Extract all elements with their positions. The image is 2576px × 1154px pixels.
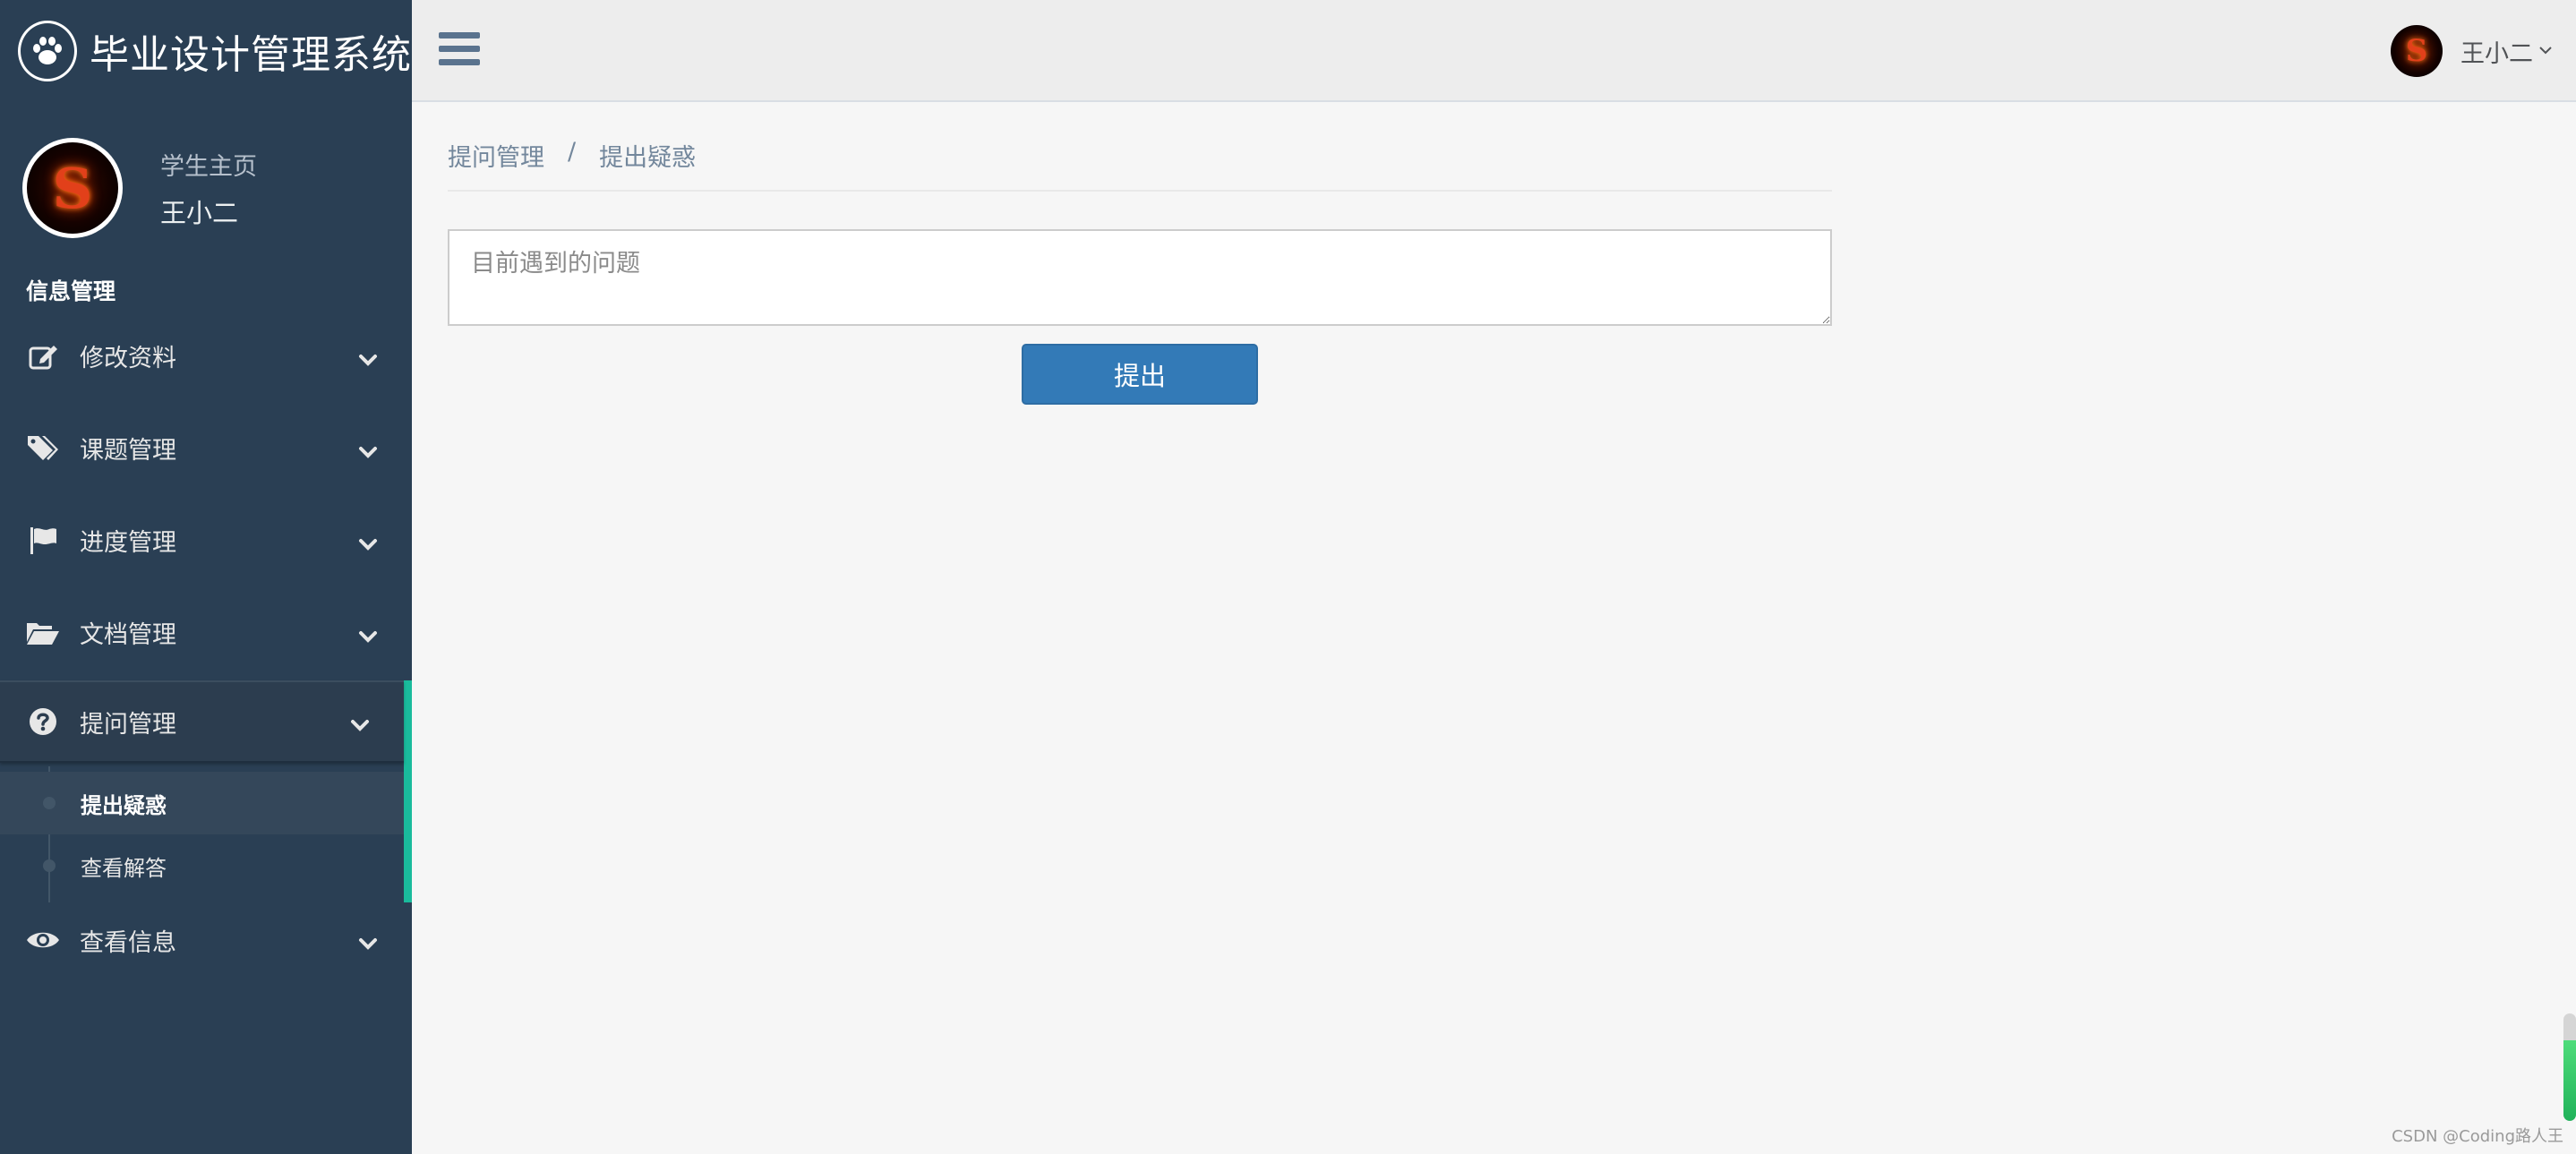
sidebar: 毕业设计管理系统 S 学生主页 王小二 信息管理 修改资料 课题管理 进度管理 … bbox=[0, 0, 412, 1154]
avatar: S bbox=[22, 138, 123, 238]
sidebar-item-edit-profile[interactable]: 修改资料 bbox=[0, 310, 412, 402]
user-name: 王小二 bbox=[2460, 39, 2533, 68]
brand[interactable]: 毕业设计管理系统 bbox=[0, 0, 412, 102]
sidebar-item-label: 查看信息 bbox=[80, 928, 176, 957]
sidebar-item-label: 提问管理 bbox=[80, 710, 176, 739]
chevron-down-icon bbox=[358, 347, 378, 375]
flag-icon bbox=[26, 524, 60, 558]
profile-panel: S 学生主页 王小二 bbox=[0, 102, 412, 274]
sidebar-item-documents[interactable]: 文档管理 bbox=[0, 586, 412, 679]
sidebar-subitem-ask-question[interactable]: 提出疑惑 bbox=[0, 772, 404, 834]
sidebar-item-label: 修改资料 bbox=[80, 345, 176, 372]
submit-button[interactable]: 提出 bbox=[1022, 344, 1258, 405]
eye-icon bbox=[26, 923, 60, 957]
sidebar-subitem-label: 提出疑惑 bbox=[81, 792, 167, 818]
scroll-progress-indicator bbox=[2563, 1013, 2576, 1121]
sidebar-item-label: 课题管理 bbox=[80, 437, 176, 465]
bullet-dot-icon bbox=[43, 859, 56, 872]
avatar-letter: S bbox=[52, 155, 93, 221]
chevron-down-icon bbox=[358, 931, 378, 959]
breadcrumb-parent[interactable]: 提问管理 bbox=[448, 138, 544, 173]
sidebar-item-label: 进度管理 bbox=[80, 529, 176, 557]
edit-icon bbox=[26, 339, 60, 373]
sidebar-item-topics[interactable]: 课题管理 bbox=[0, 402, 412, 494]
breadcrumb-current: 提出疑惑 bbox=[599, 144, 697, 172]
profile-role: 学生主页 bbox=[160, 152, 257, 181]
sidebar-subitem-label: 查看解答 bbox=[81, 855, 167, 881]
chevron-down-icon bbox=[358, 532, 378, 560]
top-navbar: S 王小二 bbox=[412, 0, 2576, 102]
paw-icon bbox=[18, 21, 77, 81]
sidebar-section-title: 信息管理 bbox=[26, 278, 116, 304]
sidebar-item-label: 文档管理 bbox=[80, 621, 176, 649]
menu-toggle-icon[interactable] bbox=[439, 32, 480, 68]
sidebar-group-questions: 提问管理 提出疑惑 查看解答 bbox=[0, 680, 412, 902]
chevron-down-icon bbox=[350, 713, 370, 740]
app-title: 毕业设计管理系统 bbox=[90, 32, 412, 78]
chevron-down-icon bbox=[2538, 43, 2553, 60]
user-menu[interactable]: S 王小二 bbox=[2391, 25, 2553, 77]
question-textarea[interactable] bbox=[448, 229, 1832, 326]
avatar-letter: S bbox=[2405, 33, 2428, 69]
sidebar-item-questions[interactable]: 提问管理 bbox=[0, 680, 404, 763]
avatar: S bbox=[2391, 25, 2443, 77]
breadcrumb: 提问管理 / 提出疑惑 bbox=[448, 122, 1832, 192]
sidebar-subitem-view-answers[interactable]: 查看解答 bbox=[0, 834, 404, 897]
sidebar-item-progress[interactable]: 进度管理 bbox=[0, 494, 412, 586]
question-circle-icon bbox=[26, 705, 60, 739]
main-content: 提问管理 / 提出疑惑 提出 CSDN @Coding路人王 bbox=[412, 104, 2576, 1154]
profile-name: 王小二 bbox=[160, 197, 239, 228]
bullet-dot-icon bbox=[43, 797, 56, 809]
sidebar-item-view-info[interactable]: 查看信息 bbox=[0, 902, 412, 978]
tags-icon bbox=[26, 432, 60, 466]
folder-open-icon bbox=[26, 616, 60, 650]
chevron-down-icon bbox=[358, 624, 378, 652]
breadcrumb-separator: / bbox=[568, 138, 577, 166]
chevron-down-icon bbox=[358, 440, 378, 467]
watermark: CSDN @Coding路人王 bbox=[2392, 1127, 2563, 1146]
sidebar-submenu: 提出疑惑 查看解答 bbox=[0, 763, 404, 902]
